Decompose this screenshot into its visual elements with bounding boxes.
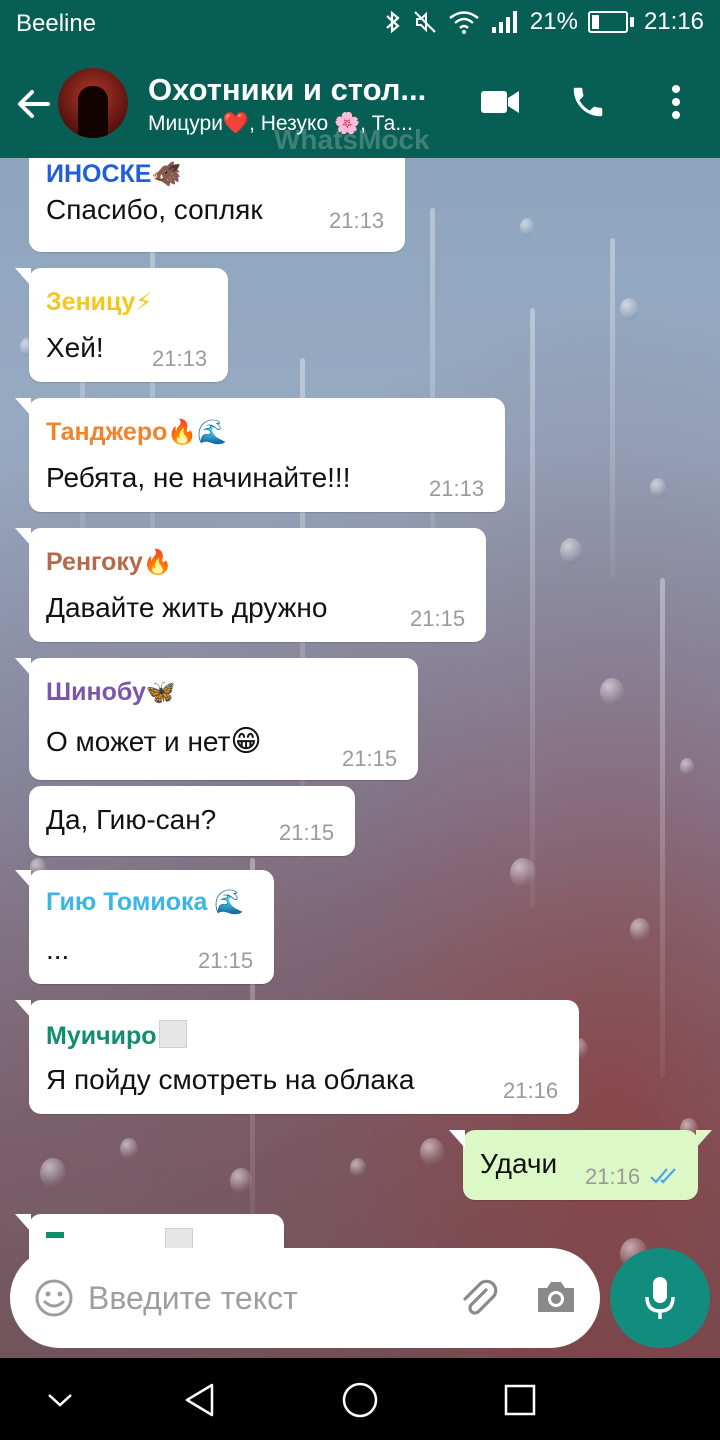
- battery-icon: [587, 11, 634, 33]
- watermark: WhatsMock: [274, 124, 430, 155]
- message-bubble[interactable]: Муичиро Я пойду смотреть на облака 21:16: [15, 1000, 579, 1114]
- message-sender: Шинобу🦋: [46, 678, 176, 706]
- message-bubble[interactable]: Гию Томиока 🌊 ... 21:15: [15, 870, 274, 984]
- nav-back-button[interactable]: [178, 1378, 222, 1422]
- nav-home-icon: [342, 1382, 378, 1418]
- message-time: 21:15: [279, 820, 335, 845]
- message-time: 21:13: [329, 208, 385, 233]
- message-bubble[interactable]: Шинобу🦋 О может и нет😁 21:15: [15, 658, 418, 780]
- message-text: Удачи: [480, 1148, 558, 1179]
- message-sender: Муичиро: [46, 1020, 187, 1051]
- mute-icon: [414, 11, 436, 33]
- message-sender: Ренгоку🔥: [46, 548, 173, 576]
- chat-area[interactable]: ИНОСКЕ🐗 Спасибо, сопляк 21:13 Зеницу⚡ Хе…: [0, 158, 720, 1358]
- back-button[interactable]: [14, 84, 54, 124]
- message-time: 21:13: [429, 476, 485, 501]
- message-sender-fragment: [46, 1232, 64, 1238]
- battery-percent: 21%: [529, 8, 578, 35]
- chat-title[interactable]: Охотники и стол...: [148, 72, 448, 108]
- battery-fill: [591, 15, 600, 29]
- message-time: 21:16: [503, 1078, 559, 1103]
- carrier-name: Beeline: [16, 10, 97, 37]
- message-time: 21:16: [585, 1164, 641, 1189]
- message-text: Хей!: [46, 332, 104, 363]
- message-sender: ИНОСКЕ🐗: [46, 160, 182, 188]
- message-sender: Танджеро🔥🌊: [46, 418, 228, 446]
- nav-recents-icon: [504, 1384, 536, 1416]
- emoji-icon[interactable]: [34, 1278, 74, 1318]
- message-time: 21:15: [198, 948, 254, 973]
- more-options-button[interactable]: [648, 74, 704, 130]
- back-arrow-icon: [18, 90, 50, 118]
- message-time: 21:15: [410, 606, 466, 631]
- message-bubble[interactable]: Танджеро🔥🌊 Ребята, не начинайте!!! 21:13: [15, 398, 505, 512]
- mic-button[interactable]: [610, 1248, 710, 1348]
- message-text: Я пойду смотреть на облака: [46, 1064, 415, 1095]
- signal-icon: [491, 11, 517, 33]
- status-bar: Beeline 21% 21:16: [0, 0, 720, 48]
- outgoing-message-bubble[interactable]: Удачи 21:16: [449, 1130, 712, 1200]
- message-text: ...: [46, 934, 70, 965]
- message-text: Да, Гию-сан?: [46, 804, 217, 835]
- mic-icon: [645, 1277, 675, 1319]
- navigation-bar: [0, 1358, 720, 1440]
- wifi-icon: [449, 11, 479, 34]
- message-bubble[interactable]: ИНОСКЕ🐗 Спасибо, сопляк 21:13: [29, 158, 405, 252]
- nav-down-icon: [48, 1394, 72, 1407]
- message-text: О может и нет😁: [46, 725, 262, 758]
- status-time: 21:16: [643, 8, 704, 35]
- attach-icon[interactable]: [456, 1276, 500, 1320]
- video-call-button[interactable]: [472, 74, 528, 130]
- status-icons: 21% 21:16: [384, 8, 704, 36]
- bluetooth-icon: [386, 10, 400, 34]
- message-text: Спасибо, сопляк: [46, 194, 263, 225]
- chat-header: Охотники и стол... Мицури❤️, Незуко 🌸, Т…: [0, 48, 720, 158]
- message-text: Давайте жить дружно: [46, 592, 328, 623]
- nav-back-icon: [185, 1383, 214, 1417]
- camera-icon[interactable]: [534, 1278, 578, 1316]
- message-sender: Зеницу⚡: [46, 288, 153, 316]
- double-check-icon: [650, 1168, 676, 1184]
- message-bubble[interactable]: Да, Гию-сан? 21:15: [29, 786, 355, 856]
- video-call-icon: [481, 91, 519, 113]
- phone-icon: [573, 87, 603, 117]
- message-sender: Гию Томиока 🌊: [46, 888, 245, 916]
- group-avatar[interactable]: [58, 68, 128, 138]
- message-time: 21:13: [152, 346, 208, 371]
- nav-home-button[interactable]: [338, 1378, 382, 1422]
- broken-emoji-icon: [158, 1020, 187, 1048]
- message-time: 21:15: [342, 746, 398, 771]
- message-bubble[interactable]: Ренгоку🔥 Давайте жить дружно 21:15: [15, 528, 486, 642]
- more-vertical-icon: [672, 85, 680, 119]
- nav-down-button[interactable]: [38, 1378, 82, 1422]
- nav-recents-button[interactable]: [498, 1378, 542, 1422]
- voice-call-button[interactable]: [560, 74, 616, 130]
- message-input-container[interactable]: Введите текст: [10, 1248, 600, 1348]
- message-text: Ребята, не начинайте!!!: [46, 462, 351, 493]
- message-bubble[interactable]: Зеницу⚡ Хей! 21:13: [15, 268, 228, 382]
- message-input[interactable]: Введите текст: [88, 1280, 298, 1317]
